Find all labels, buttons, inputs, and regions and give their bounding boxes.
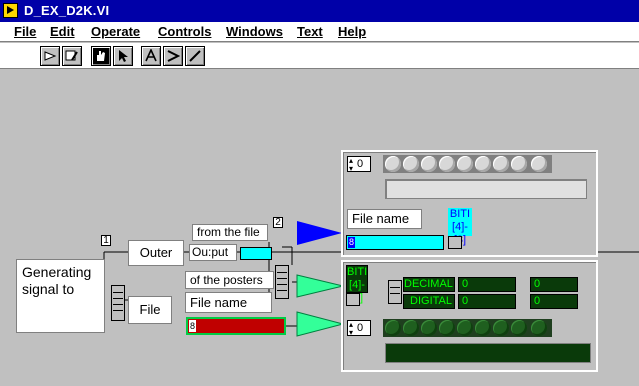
bundle-node[interactable] xyxy=(111,285,125,321)
digital-numeric[interactable]: 0 xyxy=(458,294,516,309)
tool-palette xyxy=(0,43,639,69)
bundle-node-inner[interactable] xyxy=(275,265,289,299)
menu-bar: File Edit Operate Controls Windows Text … xyxy=(0,22,639,42)
green-terminal-icon-bottom xyxy=(296,311,345,337)
text-tool-icon[interactable] xyxy=(141,46,161,66)
label-file: File xyxy=(128,296,172,324)
block-diagram: Generating signal to 1 Outer File from t… xyxy=(0,70,639,386)
menu-edit[interactable]: Edit xyxy=(50,24,75,39)
biti-top-toggle[interactable] xyxy=(448,236,462,249)
biti-mid-label: BITI [4]-[8] xyxy=(346,265,368,304)
label-file-name-right: File name xyxy=(347,209,422,229)
blue-terminal-icon xyxy=(297,221,342,245)
biti-mid-toggle[interactable] xyxy=(346,293,360,306)
upper-right-panel: 0 File name BITI [4]-[8] 8 xyxy=(341,150,598,257)
digital-label: DIGITAL xyxy=(403,294,455,309)
label-output: Ou:put xyxy=(189,244,237,261)
biti-top-label: BITI [4]-[8] xyxy=(448,208,472,246)
path-icon-right: 8 xyxy=(348,237,355,248)
led-array-bottom xyxy=(383,319,552,337)
menu-operate[interactable]: Operate xyxy=(91,24,140,39)
wire-spool-icon[interactable] xyxy=(163,46,183,66)
brush-icon[interactable] xyxy=(185,46,205,66)
file-path-control-left[interactable]: 8 xyxy=(186,317,286,335)
labview-vi-icon xyxy=(3,3,18,18)
menu-windows[interactable]: Windows xyxy=(226,24,283,39)
spin-control-bottom[interactable]: 0 xyxy=(347,318,371,340)
menu-help[interactable]: Help xyxy=(338,24,366,39)
led-array-top xyxy=(383,155,552,173)
label-file-name-left: File name xyxy=(185,292,272,313)
menu-text[interactable]: Text xyxy=(297,24,323,39)
pencil-icon[interactable] xyxy=(62,46,82,66)
lower-right-panel: BITI [4]-[8] DECIMAL DIGITAL 0 0 0 0 0 xyxy=(341,260,598,372)
hand-icon[interactable] xyxy=(91,46,111,66)
decimal-numeric-right: 0 xyxy=(530,277,578,292)
comment-generating-signal: Generating signal to xyxy=(16,259,105,333)
string-display-bottom xyxy=(385,343,591,363)
sequence-frame-number-2: 2 xyxy=(273,217,283,228)
spin-control-top[interactable]: 0 xyxy=(347,154,371,176)
green-terminal-icon-top xyxy=(296,274,344,298)
window-title: D_EX_D2K.VI xyxy=(24,3,110,18)
cluster-bundle xyxy=(388,280,402,304)
path-icon-left: 8 xyxy=(189,320,196,332)
output-string-indicator xyxy=(240,247,272,260)
sequence-frame-number-1: 1 xyxy=(101,235,111,246)
label-from-the-file: from the file xyxy=(192,224,268,241)
arrow-cursor-icon[interactable] xyxy=(113,46,133,66)
title-bar: D_EX_D2K.VI xyxy=(0,0,639,22)
label-outer: Outer xyxy=(128,240,184,266)
string-display-top xyxy=(385,179,587,199)
label-of-the-posters: of the posters xyxy=(185,271,274,289)
decimal-label: DECIMAL xyxy=(403,277,455,292)
decimal-numeric[interactable]: 0 xyxy=(458,277,516,292)
run-arrow-icon[interactable] xyxy=(40,46,60,66)
digital-numeric-right: 0 xyxy=(530,294,578,309)
file-path-control-right[interactable]: 8 xyxy=(346,235,444,250)
menu-file[interactable]: File xyxy=(14,24,36,39)
menu-controls[interactable]: Controls xyxy=(158,24,211,39)
